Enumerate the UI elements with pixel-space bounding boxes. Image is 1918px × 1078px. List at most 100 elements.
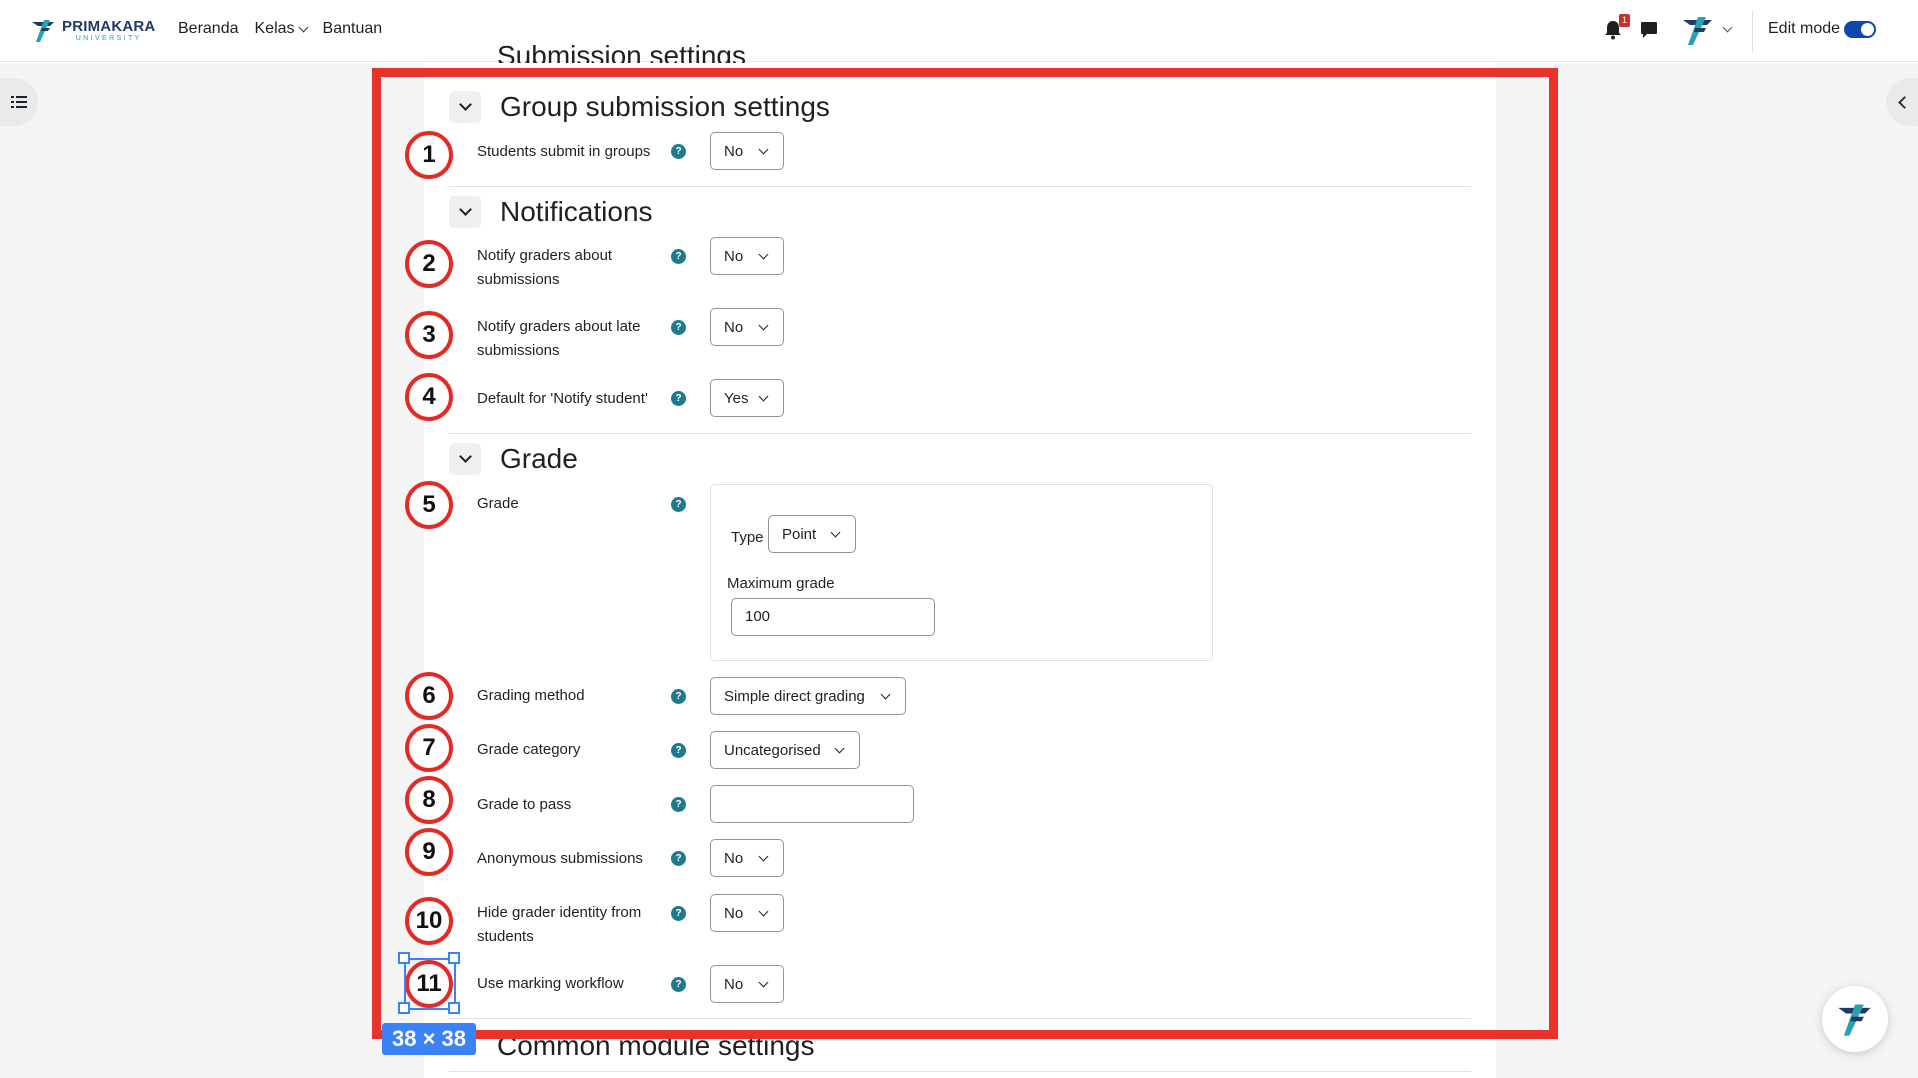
help-icon[interactable]: ? <box>671 977 686 992</box>
edit-mode-label: Edit mode <box>1768 20 1841 37</box>
chevron-down-icon <box>758 906 769 917</box>
collapse-notifications-button[interactable] <box>449 196 481 228</box>
notify-graders-select[interactable]: No <box>710 237 784 275</box>
help-icon[interactable]: ? <box>671 144 686 159</box>
help-icon[interactable]: ? <box>671 743 686 758</box>
help-icon[interactable]: ? <box>671 797 686 812</box>
annotation-marker-6: 6 <box>405 672 453 720</box>
select-value: No <box>724 142 744 160</box>
resize-handle[interactable] <box>448 1002 460 1014</box>
field-label-notify-graders: Notify graders about submissions <box>477 247 613 288</box>
nav-divider <box>1752 10 1753 52</box>
floating-help-button[interactable] <box>1822 986 1888 1052</box>
select-value: Point <box>782 525 817 543</box>
top-navbar: PRIMAKARA UNIVERSITY Beranda Kelas Bantu… <box>0 0 1918 62</box>
brand-logo-icon <box>32 20 54 42</box>
field-label-anonymous-submissions: Anonymous submissions <box>477 850 643 867</box>
notify-graders-late-select[interactable]: No <box>710 308 784 346</box>
annotation-marker-3: 3 <box>405 311 453 359</box>
help-icon[interactable]: ? <box>671 689 686 704</box>
grade-category-select[interactable]: Uncategorised <box>710 731 860 769</box>
section-title-common-module: Common module settings <box>497 1030 815 1061</box>
brand-name: PRIMAKARA <box>62 17 156 35</box>
chevron-down-icon <box>458 98 472 111</box>
chevron-down-icon <box>458 203 472 216</box>
field-label-hide-grader-identity: Hide grader identity from students <box>477 904 642 945</box>
chevron-down-icon[interactable] <box>1722 22 1733 33</box>
annotation-marker-5: 5 <box>405 481 453 529</box>
select-value: No <box>724 318 744 336</box>
use-marking-workflow-select[interactable]: No <box>710 965 784 1003</box>
select-value: Yes <box>724 389 749 407</box>
chevron-down-icon <box>830 527 841 538</box>
brand-logo-icon <box>1838 1004 1871 1036</box>
field-label-use-marking-workflow: Use marking workflow <box>477 975 624 992</box>
maximum-grade-input[interactable]: 100 <box>731 598 935 636</box>
select-value: No <box>724 247 744 265</box>
section-divider <box>449 1071 1471 1072</box>
grade-type-label: Type <box>731 529 764 546</box>
user-menu-logo-icon[interactable] <box>1680 12 1716 48</box>
field-label-notify-graders-late: Notify graders about late submissions <box>477 318 641 359</box>
scroll-mask-top <box>424 63 1496 75</box>
hide-grader-identity-select[interactable]: No <box>710 894 784 932</box>
section-header-notifications: Notifications <box>449 196 653 228</box>
field-label-grading-method: Grading method <box>477 687 585 704</box>
chevron-down-icon <box>758 391 769 402</box>
brand-logo[interactable]: PRIMAKARA UNIVERSITY <box>30 16 155 44</box>
help-icon[interactable]: ? <box>671 249 686 264</box>
nav-classes-label: Kelas <box>254 20 295 37</box>
collapse-grade-button[interactable] <box>449 443 481 475</box>
annotation-marker-4: 4 <box>405 373 453 421</box>
edit-mode-toggle[interactable] <box>1844 21 1876 38</box>
annotation-marker-9: 9 <box>405 828 453 876</box>
annotation-marker-2: 2 <box>405 240 453 288</box>
chevron-left-icon <box>1897 95 1911 109</box>
students-submit-groups-select[interactable]: No <box>710 132 784 170</box>
section-header-grade: Grade <box>449 443 578 475</box>
help-icon[interactable]: ? <box>671 320 686 335</box>
chevron-down-icon <box>298 22 308 32</box>
help-icon[interactable]: ? <box>671 497 686 512</box>
resize-handle[interactable] <box>398 952 410 964</box>
list-icon <box>11 96 27 108</box>
chevron-down-icon <box>458 450 472 463</box>
annotation-marker-1: 1 <box>405 131 453 179</box>
resize-handle[interactable] <box>398 1002 410 1014</box>
section-title-group: Group submission settings <box>500 91 830 122</box>
help-icon[interactable]: ? <box>671 391 686 406</box>
nav-home-link[interactable]: Beranda <box>178 20 239 38</box>
chevron-down-icon <box>880 689 891 700</box>
section-divider <box>449 433 1471 434</box>
maximum-grade-label: Maximum grade <box>727 575 835 592</box>
section-header-group: Group submission settings <box>449 91 830 123</box>
annotation-marker-7: 7 <box>405 724 453 772</box>
chat-icon[interactable] <box>1640 21 1658 39</box>
default-notify-student-select[interactable]: Yes <box>710 379 784 417</box>
resize-handle[interactable] <box>448 952 460 964</box>
section-divider <box>449 186 1471 187</box>
section-divider <box>449 1018 1471 1019</box>
field-label-grade: Grade <box>477 495 519 512</box>
select-value: No <box>724 849 744 867</box>
brand-sub: UNIVERSITY <box>75 34 142 42</box>
grade-type-select[interactable]: Point <box>768 515 856 553</box>
chevron-down-icon <box>834 743 845 754</box>
select-value: No <box>724 904 744 922</box>
nav-classes-menu[interactable]: Kelas <box>254 20 308 38</box>
field-label-grade-to-pass: Grade to pass <box>477 796 572 813</box>
field-label-grade-category: Grade category <box>477 741 581 758</box>
help-icon[interactable]: ? <box>671 851 686 866</box>
section-title-grade: Grade <box>500 443 578 474</box>
select-value: Uncategorised <box>724 741 821 759</box>
chevron-down-icon <box>758 144 769 155</box>
select-value: No <box>724 975 744 993</box>
anonymous-submissions-select[interactable]: No <box>710 839 784 877</box>
grading-method-select[interactable]: Simple direct grading <box>710 677 906 715</box>
chevron-down-icon <box>758 320 769 331</box>
collapse-group-button[interactable] <box>449 91 481 123</box>
grade-to-pass-input[interactable] <box>710 785 914 823</box>
help-icon[interactable]: ? <box>671 906 686 921</box>
nav-help-link[interactable]: Bantuan <box>323 20 383 38</box>
notification-badge: 1 <box>1619 14 1630 27</box>
